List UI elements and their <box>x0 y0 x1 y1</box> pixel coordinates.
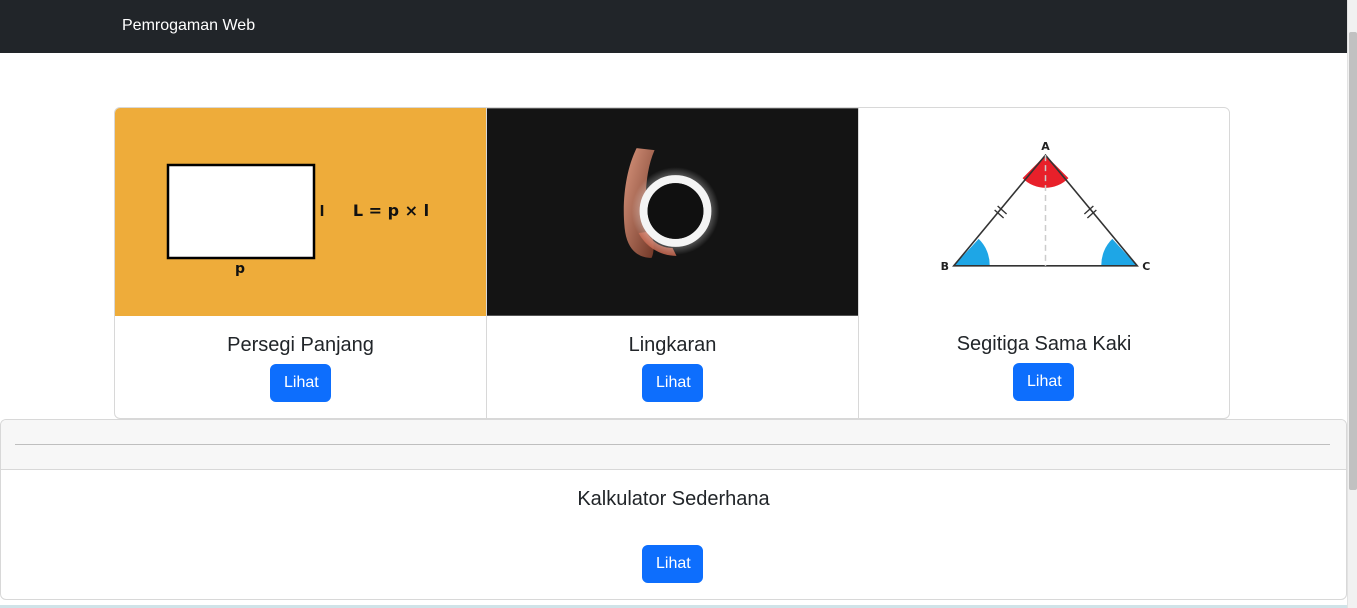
card-lingkaran: Lingkaran Lihat <box>486 108 858 418</box>
vertex-b-label: B <box>941 260 949 273</box>
calculator-card-header <box>1 420 1346 470</box>
vertical-scrollbar[interactable] <box>1347 0 1357 608</box>
circle-photo <box>487 108 858 316</box>
glowing-ring-icon <box>487 108 858 316</box>
lihat-segitiga-button[interactable]: Lihat <box>1013 363 1074 401</box>
card-title-lingkaran: Lingkaran <box>628 334 717 356</box>
rectangle-area-formula: L = p × l <box>353 201 429 220</box>
calculator-card: Kalkulator Sederhana Lihat <box>0 419 1347 600</box>
calculator-title: Kalkulator Sederhana <box>577 488 770 510</box>
rectangle-length-label: p <box>235 261 245 277</box>
shape-card-group: p l L = p × l Persegi Panjang Lihat Ling… <box>114 107 1230 419</box>
top-navbar: Pemrogaman Web <box>0 0 1347 53</box>
vertex-a-label: A <box>1041 140 1050 153</box>
isosceles-triangle-icon: A B C <box>859 108 1229 316</box>
triangle-illustration: A B C <box>859 108 1229 316</box>
card-persegi-panjang: p l L = p × l Persegi Panjang Lihat <box>115 108 486 418</box>
scrollbar-thumb[interactable] <box>1349 32 1357 490</box>
card-title-segitiga-sama-kaki: Segitiga Sama Kaki <box>956 333 1132 355</box>
rectangle-diagram-icon: p l L = p × l <box>115 108 486 316</box>
lihat-lingkaran-button[interactable]: Lihat <box>642 364 703 402</box>
header-divider <box>15 444 1330 445</box>
card-segitiga-sama-kaki: A B C Segitiga Sama Kaki Lihat <box>858 108 1229 418</box>
rectangle-illustration: p l L = p × l <box>115 108 486 316</box>
rectangle-width-label: l <box>320 204 325 220</box>
lihat-kalkulator-button[interactable]: Lihat <box>642 545 703 583</box>
navbar-brand[interactable]: Pemrogaman Web <box>122 16 255 36</box>
card-title-persegi-panjang: Persegi Panjang <box>227 334 374 356</box>
lihat-persegi-panjang-button[interactable]: Lihat <box>270 364 331 402</box>
vertex-c-label: C <box>1142 260 1150 273</box>
